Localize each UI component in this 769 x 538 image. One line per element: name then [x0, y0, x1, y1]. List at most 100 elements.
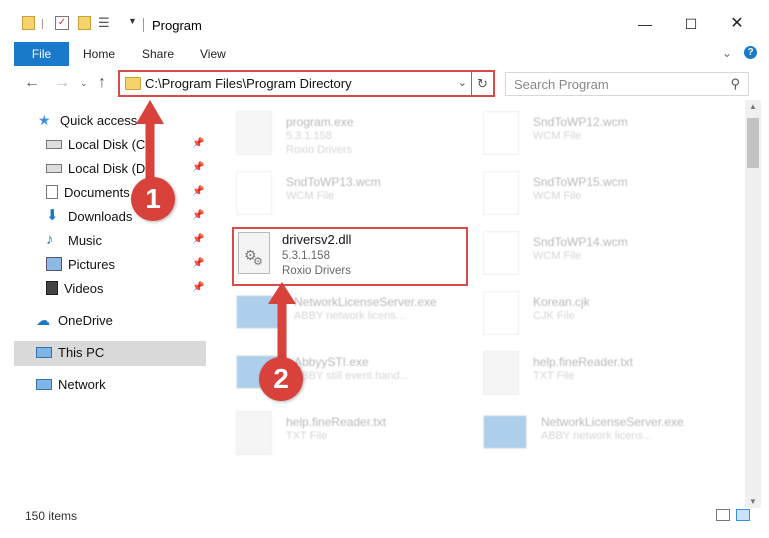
file-description: Roxio Drivers: [282, 265, 352, 277]
sidebar-item-label: Quick access: [60, 112, 138, 128]
exe-icon: [483, 415, 527, 449]
window-title: Program: [152, 18, 202, 33]
title-separator: [143, 18, 144, 32]
drive-icon: [46, 139, 62, 149]
details-view-icon[interactable]: [716, 509, 730, 521]
sidebar-item-label: This PC: [58, 344, 105, 360]
file-name: AbbyySTI.exe: [294, 355, 369, 369]
star-icon: ★: [38, 112, 51, 128]
step-2-badge: 2: [259, 357, 303, 401]
minimize-button[interactable]: —: [635, 14, 655, 34]
file-item[interactable]: SndToWP12.wcm WCM File: [465, 103, 705, 163]
folder-icon: [125, 77, 141, 90]
vertical-scrollbar[interactable]: ▲ ▼: [745, 100, 761, 508]
scroll-thumb[interactable]: [747, 118, 759, 168]
computer-icon: [36, 346, 52, 358]
pin-icon[interactable]: 📌: [192, 282, 204, 293]
chevron-down-icon[interactable]: ⌄: [458, 76, 467, 89]
search-input[interactable]: Search Program ⚲: [505, 72, 749, 96]
file-icon: [483, 231, 519, 275]
sidebar-item-onedrive[interactable]: ☁ OneDrive: [36, 309, 113, 331]
search-icon[interactable]: ⚲: [730, 76, 740, 92]
refresh-icon[interactable]: ↻: [471, 72, 493, 95]
dropdown-icon[interactable]: ▼: [128, 16, 137, 26]
up-icon[interactable]: ↑: [98, 74, 106, 92]
sidebar-item-music[interactable]: ♪ Music: [46, 229, 102, 251]
file-detail: ABBY still event hand...: [294, 370, 409, 382]
file-item[interactable]: help.fineReader.txt TXT File: [218, 403, 458, 463]
back-icon[interactable]: ←: [24, 74, 40, 92]
tab-share[interactable]: Share: [142, 42, 174, 66]
music-icon: ♪: [46, 231, 54, 248]
pin-icon[interactable]: 📌: [192, 258, 204, 269]
properties-icon[interactable]: ✓: [55, 16, 69, 30]
pin-icon[interactable]: 📌: [192, 138, 204, 149]
step-1-badge: 1: [131, 177, 175, 221]
toolbar-separator: [42, 19, 43, 29]
scroll-up-icon[interactable]: ▲: [745, 102, 761, 111]
file-item[interactable]: Korean.cjk CJK File: [465, 283, 705, 343]
sidebar-item-documents[interactable]: Documents: [46, 181, 130, 203]
new-folder-icon[interactable]: [78, 16, 91, 30]
file-detail: WCM File: [533, 130, 582, 142]
sidebar-item-local-disk-d[interactable]: Local Disk (D:): [46, 157, 153, 179]
file-name: help.fineReader.txt: [533, 355, 634, 369]
videos-icon: [46, 281, 58, 295]
file-item[interactable]: program.exe 5.3.1.158 Roxio Drivers: [218, 103, 458, 163]
gear-icon: ⚙: [253, 256, 263, 268]
file-name: NetworkLicenseServer.exe: [541, 415, 684, 429]
file-item[interactable]: NetworkLicenseServer.exe ABBY network li…: [465, 403, 705, 463]
large-icons-view-icon[interactable]: [736, 509, 750, 521]
customize-toolbar-icon[interactable]: ☰: [98, 16, 114, 30]
sidebar-item-quick-access[interactable]: ★ Quick access: [38, 109, 137, 131]
title-bar: ✓ ☰ ▼ Program — ☐ ✕: [0, 0, 769, 40]
pin-icon[interactable]: 📌: [192, 186, 204, 197]
address-path[interactable]: C:\Program Files\Program Directory: [145, 76, 352, 91]
file-name: help.fineReader.txt: [286, 415, 387, 429]
tab-file[interactable]: File: [14, 42, 69, 66]
file-name: Korean.cjk: [533, 295, 590, 309]
sidebar-item-videos[interactable]: Videos: [46, 277, 104, 299]
file-item[interactable]: SndToWP14.wcm WCM File: [465, 223, 705, 283]
sidebar-item-local-disk-c[interactable]: Local Disk (C:): [46, 133, 153, 155]
sidebar-item-label: Music: [68, 232, 102, 248]
file-item[interactable]: SndToWP15.wcm WCM File: [465, 163, 705, 223]
tab-home[interactable]: Home: [83, 42, 115, 66]
sidebar-item-pictures[interactable]: Pictures: [46, 253, 115, 275]
sidebar-item-this-pc[interactable]: This PC: [36, 341, 104, 363]
network-icon: [36, 378, 52, 390]
text-file-icon: [236, 411, 272, 455]
tab-view[interactable]: View: [200, 42, 226, 66]
status-bar: 150 items: [0, 505, 769, 527]
file-name-driversv2[interactable]: driversv2.dll: [282, 232, 351, 247]
downloads-icon: ⬇: [46, 207, 59, 224]
folder-icon[interactable]: [22, 16, 35, 30]
address-bar[interactable]: C:\Program Files\Program Directory ⌄ ↻: [118, 70, 495, 97]
forward-icon[interactable]: →: [54, 74, 70, 92]
dll-icon: ⚙ ⚙: [238, 232, 270, 274]
close-button[interactable]: ✕: [727, 14, 747, 34]
file-item[interactable]: NetworkLicenseServer.exe ABBY network li…: [218, 283, 458, 343]
sidebar-item-network[interactable]: Network: [36, 373, 106, 395]
recent-locations-icon[interactable]: ⌄: [80, 78, 88, 89]
sidebar-item-downloads[interactable]: ⬇ Downloads: [46, 205, 132, 227]
file-item[interactable]: SndToWP13.wcm WCM File: [218, 163, 458, 223]
maximize-button[interactable]: ☐: [681, 14, 701, 34]
cloud-icon: ☁: [36, 312, 50, 328]
file-icon: [483, 291, 519, 335]
sidebar-item-label: OneDrive: [58, 312, 113, 328]
pin-icon[interactable]: 📌: [192, 210, 204, 221]
file-name: SndToWP12.wcm: [533, 115, 628, 129]
ribbon-tabs: File Home Share View ⌄ ?: [0, 42, 769, 66]
file-icon: [483, 111, 519, 155]
expand-ribbon-icon[interactable]: ⌄: [722, 46, 732, 60]
file-detail: TXT File: [286, 430, 328, 442]
file-item[interactable]: help.fineReader.txt TXT File: [465, 343, 705, 403]
file-item[interactable]: AbbyySTI.exe ABBY still event hand...: [218, 343, 458, 403]
pin-icon[interactable]: 📌: [192, 162, 204, 173]
file-detail: ABBY network licens...: [294, 310, 406, 322]
help-icon[interactable]: ?: [744, 46, 757, 59]
exe-icon: [236, 295, 280, 329]
search-placeholder: Search Program: [514, 77, 609, 92]
pin-icon[interactable]: 📌: [192, 234, 204, 245]
